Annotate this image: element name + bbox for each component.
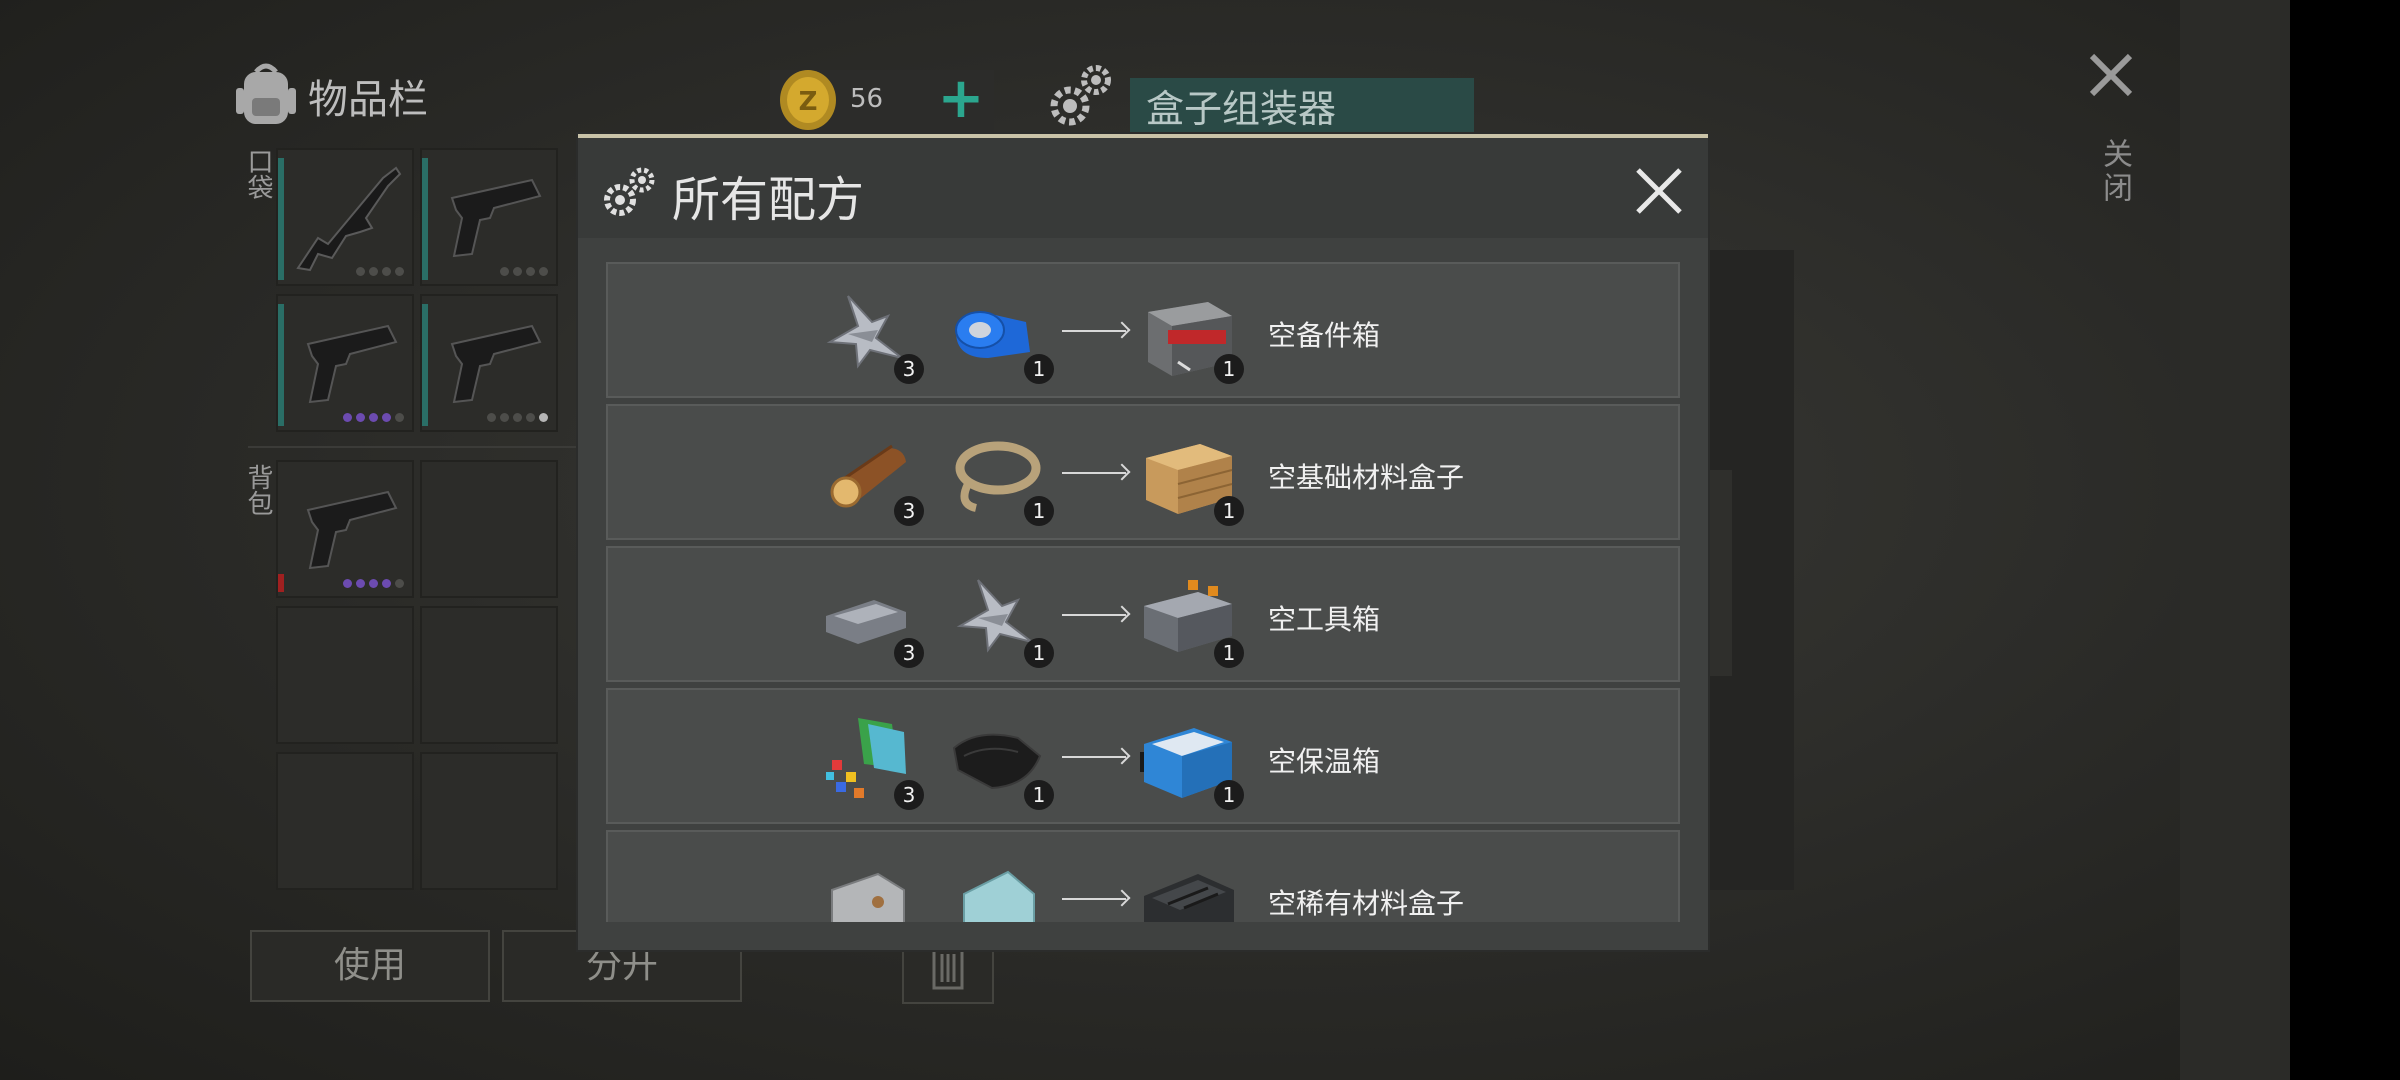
glass-plate-icon bbox=[948, 850, 1048, 922]
ingredient-quantity: 3 bbox=[894, 780, 924, 810]
backpack-label: 背包 bbox=[243, 464, 273, 516]
close-button[interactable] bbox=[2086, 50, 2136, 104]
recipe-list[interactable]: 3 1 1 空备件箱 3 1 1 空基础材料盒子 3 1 1 空工具箱 3 1 … bbox=[606, 262, 1680, 922]
recipe-row[interactable]: 3 1 1 空保温箱 bbox=[606, 688, 1680, 824]
dialog-close-button[interactable] bbox=[1634, 166, 1684, 220]
section-divider bbox=[248, 446, 588, 448]
inventory-slot-pistol[interactable] bbox=[420, 294, 558, 432]
recipe-name: 空工具箱 bbox=[1268, 603, 1381, 636]
pistol-icon bbox=[306, 490, 398, 570]
inventory-slot-empty[interactable] bbox=[420, 752, 558, 890]
arrow-icon bbox=[1062, 330, 1126, 332]
pistol-icon bbox=[450, 324, 542, 404]
cooler-box-icon: 1 bbox=[1138, 708, 1244, 810]
ingredient-quantity: 3 bbox=[894, 638, 924, 668]
ingredient-quantity: 1 bbox=[1024, 780, 1054, 810]
result-quantity: 1 bbox=[1214, 780, 1244, 810]
arrow-icon bbox=[1062, 472, 1126, 474]
inventory-slot-empty[interactable] bbox=[276, 752, 414, 890]
log-icon: 3 bbox=[818, 424, 924, 526]
result-quantity: 1 bbox=[1214, 496, 1244, 526]
close-icon bbox=[1636, 168, 1682, 214]
steel-plate-icon bbox=[818, 850, 918, 922]
gears-icon bbox=[1046, 60, 1118, 136]
close-label: 关闭 bbox=[2097, 138, 2132, 206]
durability-bar bbox=[278, 158, 284, 280]
wooden-crate-icon: 1 bbox=[1138, 424, 1244, 526]
recipe-row[interactable]: 3 1 1 空工具箱 bbox=[606, 546, 1680, 682]
duct-tape-icon: 1 bbox=[948, 282, 1054, 384]
coin-icon: Z bbox=[778, 68, 838, 132]
crafting-station-name: 盒子组装器 bbox=[1130, 78, 1474, 140]
recipe-name: 空稀有材料盒子 bbox=[1268, 887, 1465, 920]
ingredient-quantity: 3 bbox=[894, 496, 924, 526]
dialog-title: 所有配方 bbox=[672, 172, 865, 228]
rarity-dots bbox=[487, 413, 548, 422]
scrap-metal-icon: 1 bbox=[948, 566, 1054, 668]
rifle-icon bbox=[296, 166, 402, 272]
ingredient-quantity: 1 bbox=[1024, 496, 1054, 526]
ingredient-quantity: 1 bbox=[1024, 354, 1054, 384]
dialog-header: 所有配方 bbox=[578, 138, 1708, 238]
backpack-icon bbox=[234, 58, 298, 134]
pistol-icon bbox=[306, 324, 398, 404]
close-icon bbox=[2089, 53, 2133, 97]
scrap-metal-icon: 3 bbox=[818, 282, 924, 384]
use-button[interactable]: 使用 bbox=[250, 930, 490, 1002]
recipe-row[interactable]: 3 1 1 空备件箱 bbox=[606, 262, 1680, 398]
screen-edge bbox=[2290, 0, 2400, 1080]
durability-bar bbox=[422, 158, 428, 280]
pistol-icon bbox=[450, 178, 542, 258]
rarity-dots bbox=[500, 267, 548, 276]
spare-parts-box-icon: 1 bbox=[1138, 282, 1244, 384]
add-coins-button[interactable]: + bbox=[936, 70, 986, 132]
gears-icon bbox=[600, 164, 660, 224]
result-quantity: 1 bbox=[1214, 638, 1244, 668]
inventory-slot-empty[interactable] bbox=[276, 606, 414, 744]
arrow-icon bbox=[1062, 614, 1126, 616]
inventory-slot-pistol[interactable] bbox=[276, 294, 414, 432]
toolbox-icon: 1 bbox=[1138, 566, 1244, 668]
inventory-slot-empty[interactable] bbox=[420, 460, 558, 598]
inventory-slot-pistol[interactable] bbox=[420, 148, 558, 286]
leather-icon: 1 bbox=[948, 708, 1054, 810]
inventory-header: 物品栏 bbox=[234, 58, 428, 134]
durability-bar bbox=[278, 304, 284, 426]
inventory-slot-pistol[interactable] bbox=[276, 460, 414, 598]
rarity-dots bbox=[356, 267, 404, 276]
svg-text:Z: Z bbox=[799, 87, 818, 117]
durability-bar bbox=[422, 304, 428, 426]
durability-bar bbox=[278, 574, 284, 592]
result-quantity: 1 bbox=[1214, 354, 1244, 384]
coin-count: 56 bbox=[850, 84, 884, 114]
background-panel bbox=[1710, 470, 1732, 676]
pocket-label: 口袋 bbox=[243, 148, 273, 200]
side-panel bbox=[2180, 0, 2290, 1080]
iron-ingot-icon: 3 bbox=[818, 566, 924, 668]
arrow-icon bbox=[1062, 756, 1126, 758]
recipes-dialog: 所有配方 3 1 1 空备件箱 3 1 1 空基础材料盒子 3 1 1 空工具箱… bbox=[578, 134, 1708, 950]
inventory-slot-rifle[interactable] bbox=[276, 148, 414, 286]
recipe-name: 空备件箱 bbox=[1268, 319, 1381, 352]
arrow-icon bbox=[1062, 898, 1126, 900]
inventory-title: 物品栏 bbox=[308, 77, 428, 123]
recipe-name: 空基础材料盒子 bbox=[1268, 461, 1465, 494]
rarity-dots bbox=[343, 413, 404, 422]
cloth-scraps-icon: 3 bbox=[818, 708, 924, 810]
recipe-name: 空保温箱 bbox=[1268, 745, 1381, 778]
rarity-dots bbox=[343, 579, 404, 588]
rare-materials-box-icon bbox=[1138, 850, 1238, 922]
recipe-row[interactable]: 3 1 1 空基础材料盒子 bbox=[606, 404, 1680, 540]
rope-icon: 1 bbox=[948, 424, 1054, 526]
ingredient-quantity: 1 bbox=[1024, 638, 1054, 668]
recipe-row[interactable]: 空稀有材料盒子 bbox=[606, 830, 1680, 922]
ingredient-quantity: 3 bbox=[894, 354, 924, 384]
inventory-slot-empty[interactable] bbox=[420, 606, 558, 744]
